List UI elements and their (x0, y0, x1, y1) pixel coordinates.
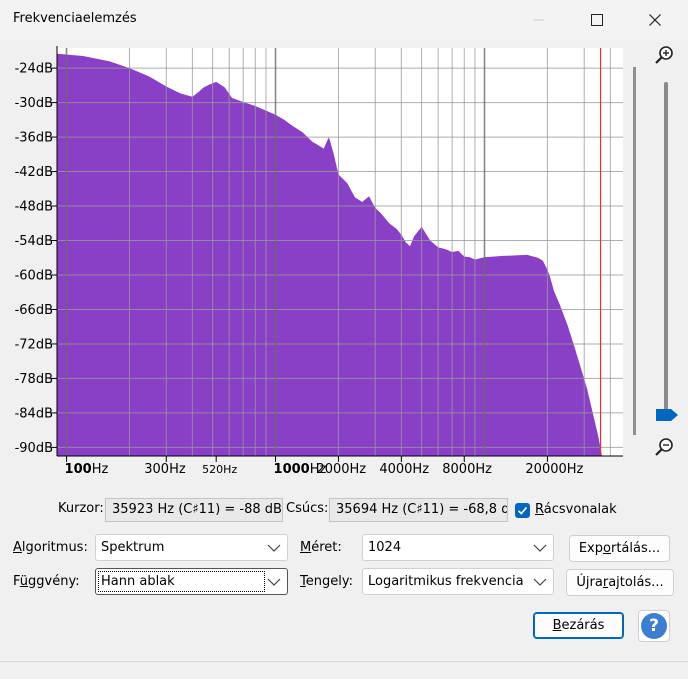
function-value: Hann ablak (101, 574, 175, 589)
x-tick-label: 2000Hz (316, 462, 366, 477)
zoom-slider-thumb[interactable] (656, 409, 678, 421)
status-bar-divider (0, 661, 688, 662)
close-button[interactable]: Bezárás (533, 612, 624, 639)
checkmark-icon (517, 506, 528, 515)
close-icon (649, 14, 661, 26)
title-bar: Frekvenciaelemzés (0, 0, 688, 40)
y-tick-label: -30dB (15, 96, 53, 111)
spectrum-chart: -24dB -30dB -36dB -42dB -48dB -54dB -60dB -66dB… (15, 46, 678, 477)
size-label: Méret: (300, 540, 342, 555)
x-tick-label: 300Hz (144, 462, 186, 477)
x-tick-label: 520Hz (202, 463, 237, 476)
maximize-button[interactable] (574, 0, 620, 40)
zoom-slider-track[interactable] (664, 82, 668, 418)
y-tick-label: -42dB (15, 165, 53, 180)
x-tick-label: 100Hz (65, 462, 109, 477)
algorithm-select[interactable]: Spektrum (95, 534, 288, 561)
axis-select[interactable]: Logaritmikus frekvencia (362, 568, 554, 595)
close-window-button[interactable] (632, 0, 678, 40)
export-button-label: Exportálás... (578, 541, 661, 556)
chevron-down-icon (267, 544, 281, 552)
export-button[interactable]: Exportálás... (569, 535, 670, 562)
function-label: Függvény: (13, 574, 80, 589)
frequency-analysis-window: Frekvenciaelemzés -24dB -30dB -36dB -42dB -4… (0, 0, 688, 679)
y-tick-label: -36dB (15, 131, 53, 146)
zoom-out-button[interactable] (655, 438, 673, 456)
y-tick-label: -48dB (15, 200, 53, 215)
x-tick-label: 4000Hz (379, 462, 429, 477)
chevron-down-icon (533, 544, 547, 552)
y-tick-label: -90dB (15, 441, 53, 456)
y-tick-label: -54dB (15, 234, 53, 249)
y-tick-label: -84dB (15, 406, 53, 421)
vertical-scrollbar[interactable] (633, 67, 636, 435)
x-tick-label: 8000Hz (442, 462, 492, 477)
zoom-in-button[interactable] (655, 46, 673, 64)
help-icon: ? (641, 613, 667, 639)
y-tick-label: -24dB (15, 62, 53, 77)
replot-button-label: Újrarajtolás... (576, 575, 664, 590)
y-tick-label: -78dB (15, 372, 53, 387)
help-button[interactable]: ? (638, 610, 670, 642)
peak-label: Csúcs: (286, 501, 329, 516)
chevron-down-icon (267, 578, 281, 586)
size-select[interactable]: 1024 (362, 534, 554, 561)
x-tick-label: 20000Hz (525, 462, 583, 477)
y-tick-label: -66dB (15, 303, 53, 318)
axis-label: Tengely: (300, 574, 353, 589)
window-title: Frekvenciaelemzés (13, 11, 137, 26)
size-value: 1024 (368, 540, 402, 555)
function-select[interactable]: Hann ablak (95, 568, 288, 595)
cursor-readout: 35923 Hz (C♯11) = -88 dB (105, 498, 283, 522)
minimize-button[interactable] (516, 0, 562, 40)
zoom-in-icon (655, 46, 673, 64)
close-button-label: Bezárás (552, 618, 605, 633)
peak-readout: 35694 Hz (C♯11) = -68,8 dB (329, 498, 508, 522)
axis-value: Logaritmikus frekvencia (368, 574, 524, 589)
chevron-down-icon (533, 578, 547, 586)
minimize-icon (534, 19, 544, 21)
replot-button[interactable]: Újrarajtolás... (566, 569, 674, 596)
algorithm-label: Algoritmus: (13, 540, 88, 555)
y-tick-label: -72dB (15, 337, 53, 352)
gridlines-label: Rácsvonalak (535, 502, 617, 517)
zoom-out-icon (655, 438, 673, 456)
gridlines-checkbox[interactable] (515, 503, 530, 518)
cursor-label: Kurzor: (58, 501, 104, 516)
algorithm-value: Spektrum (101, 540, 165, 555)
maximize-icon (591, 14, 603, 26)
spectrum-panel: -24dB -30dB -36dB -42dB -48dB -54dB -60dB -66dB… (0, 40, 688, 488)
y-tick-label: -60dB (15, 268, 53, 283)
